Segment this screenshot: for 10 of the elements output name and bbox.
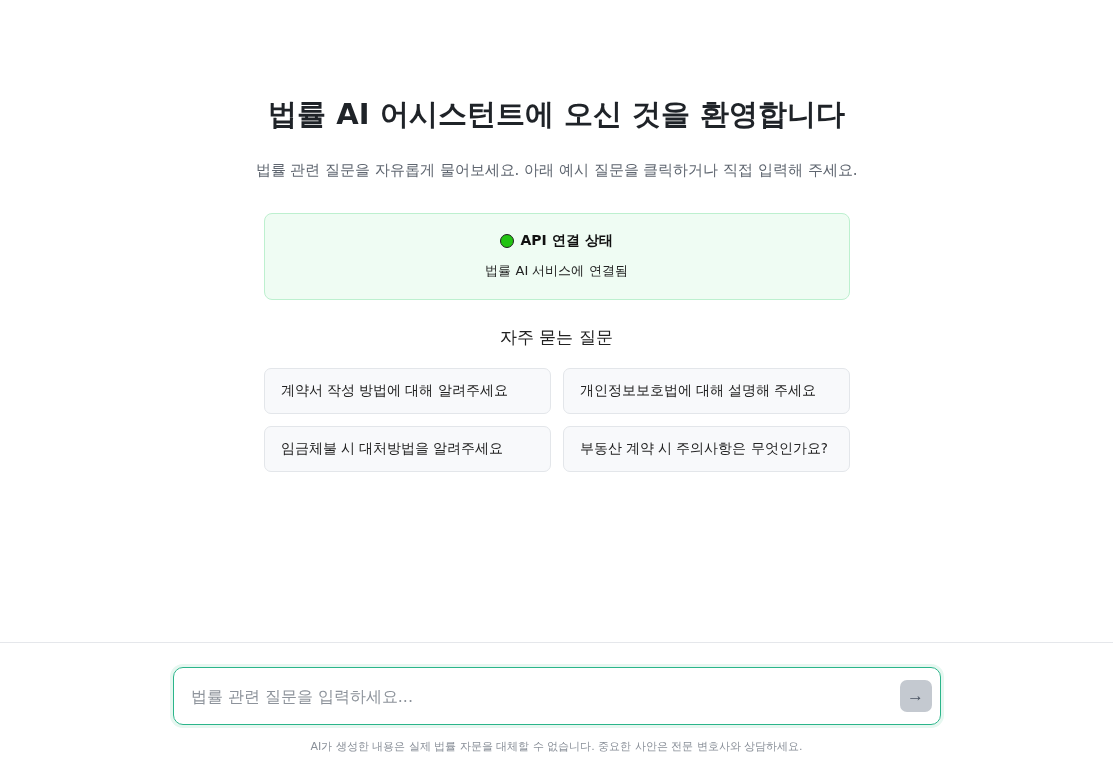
faq-question[interactable]: 개인정보보호법에 대해 설명해 주세요 xyxy=(562,368,850,414)
status-message: 법률 AI 서비스에 연결됨 xyxy=(485,262,628,280)
faq-heading: 자주 묻는 질문 xyxy=(500,326,613,349)
faq-question[interactable]: 부동산 계약 시 주의사항은 무엇인가요? xyxy=(562,426,850,472)
welcome-subtitle: 법률 관련 질문을 자유롭게 물어보세요. 아래 예시 질문을 클릭하거나 직접 입력해 주세요. xyxy=(255,161,858,180)
faq-question[interactable]: 계약서 작성 방법에 대해 알려주세요 xyxy=(263,368,551,414)
faq-question[interactable]: 임금체불 시 대처방법을 알려주세요 xyxy=(263,426,551,472)
status-title: API 연결 상태 xyxy=(520,232,613,250)
welcome-title: 법률 AI 어시스턴트에 오신 것을 환영합니다 xyxy=(268,96,845,133)
disclaimer-text: AI가 생성한 내용은 실제 법률 자문을 대체할 수 없습니다. 중요한 사안은 전문 변호사와 상담하세요. xyxy=(310,739,803,754)
